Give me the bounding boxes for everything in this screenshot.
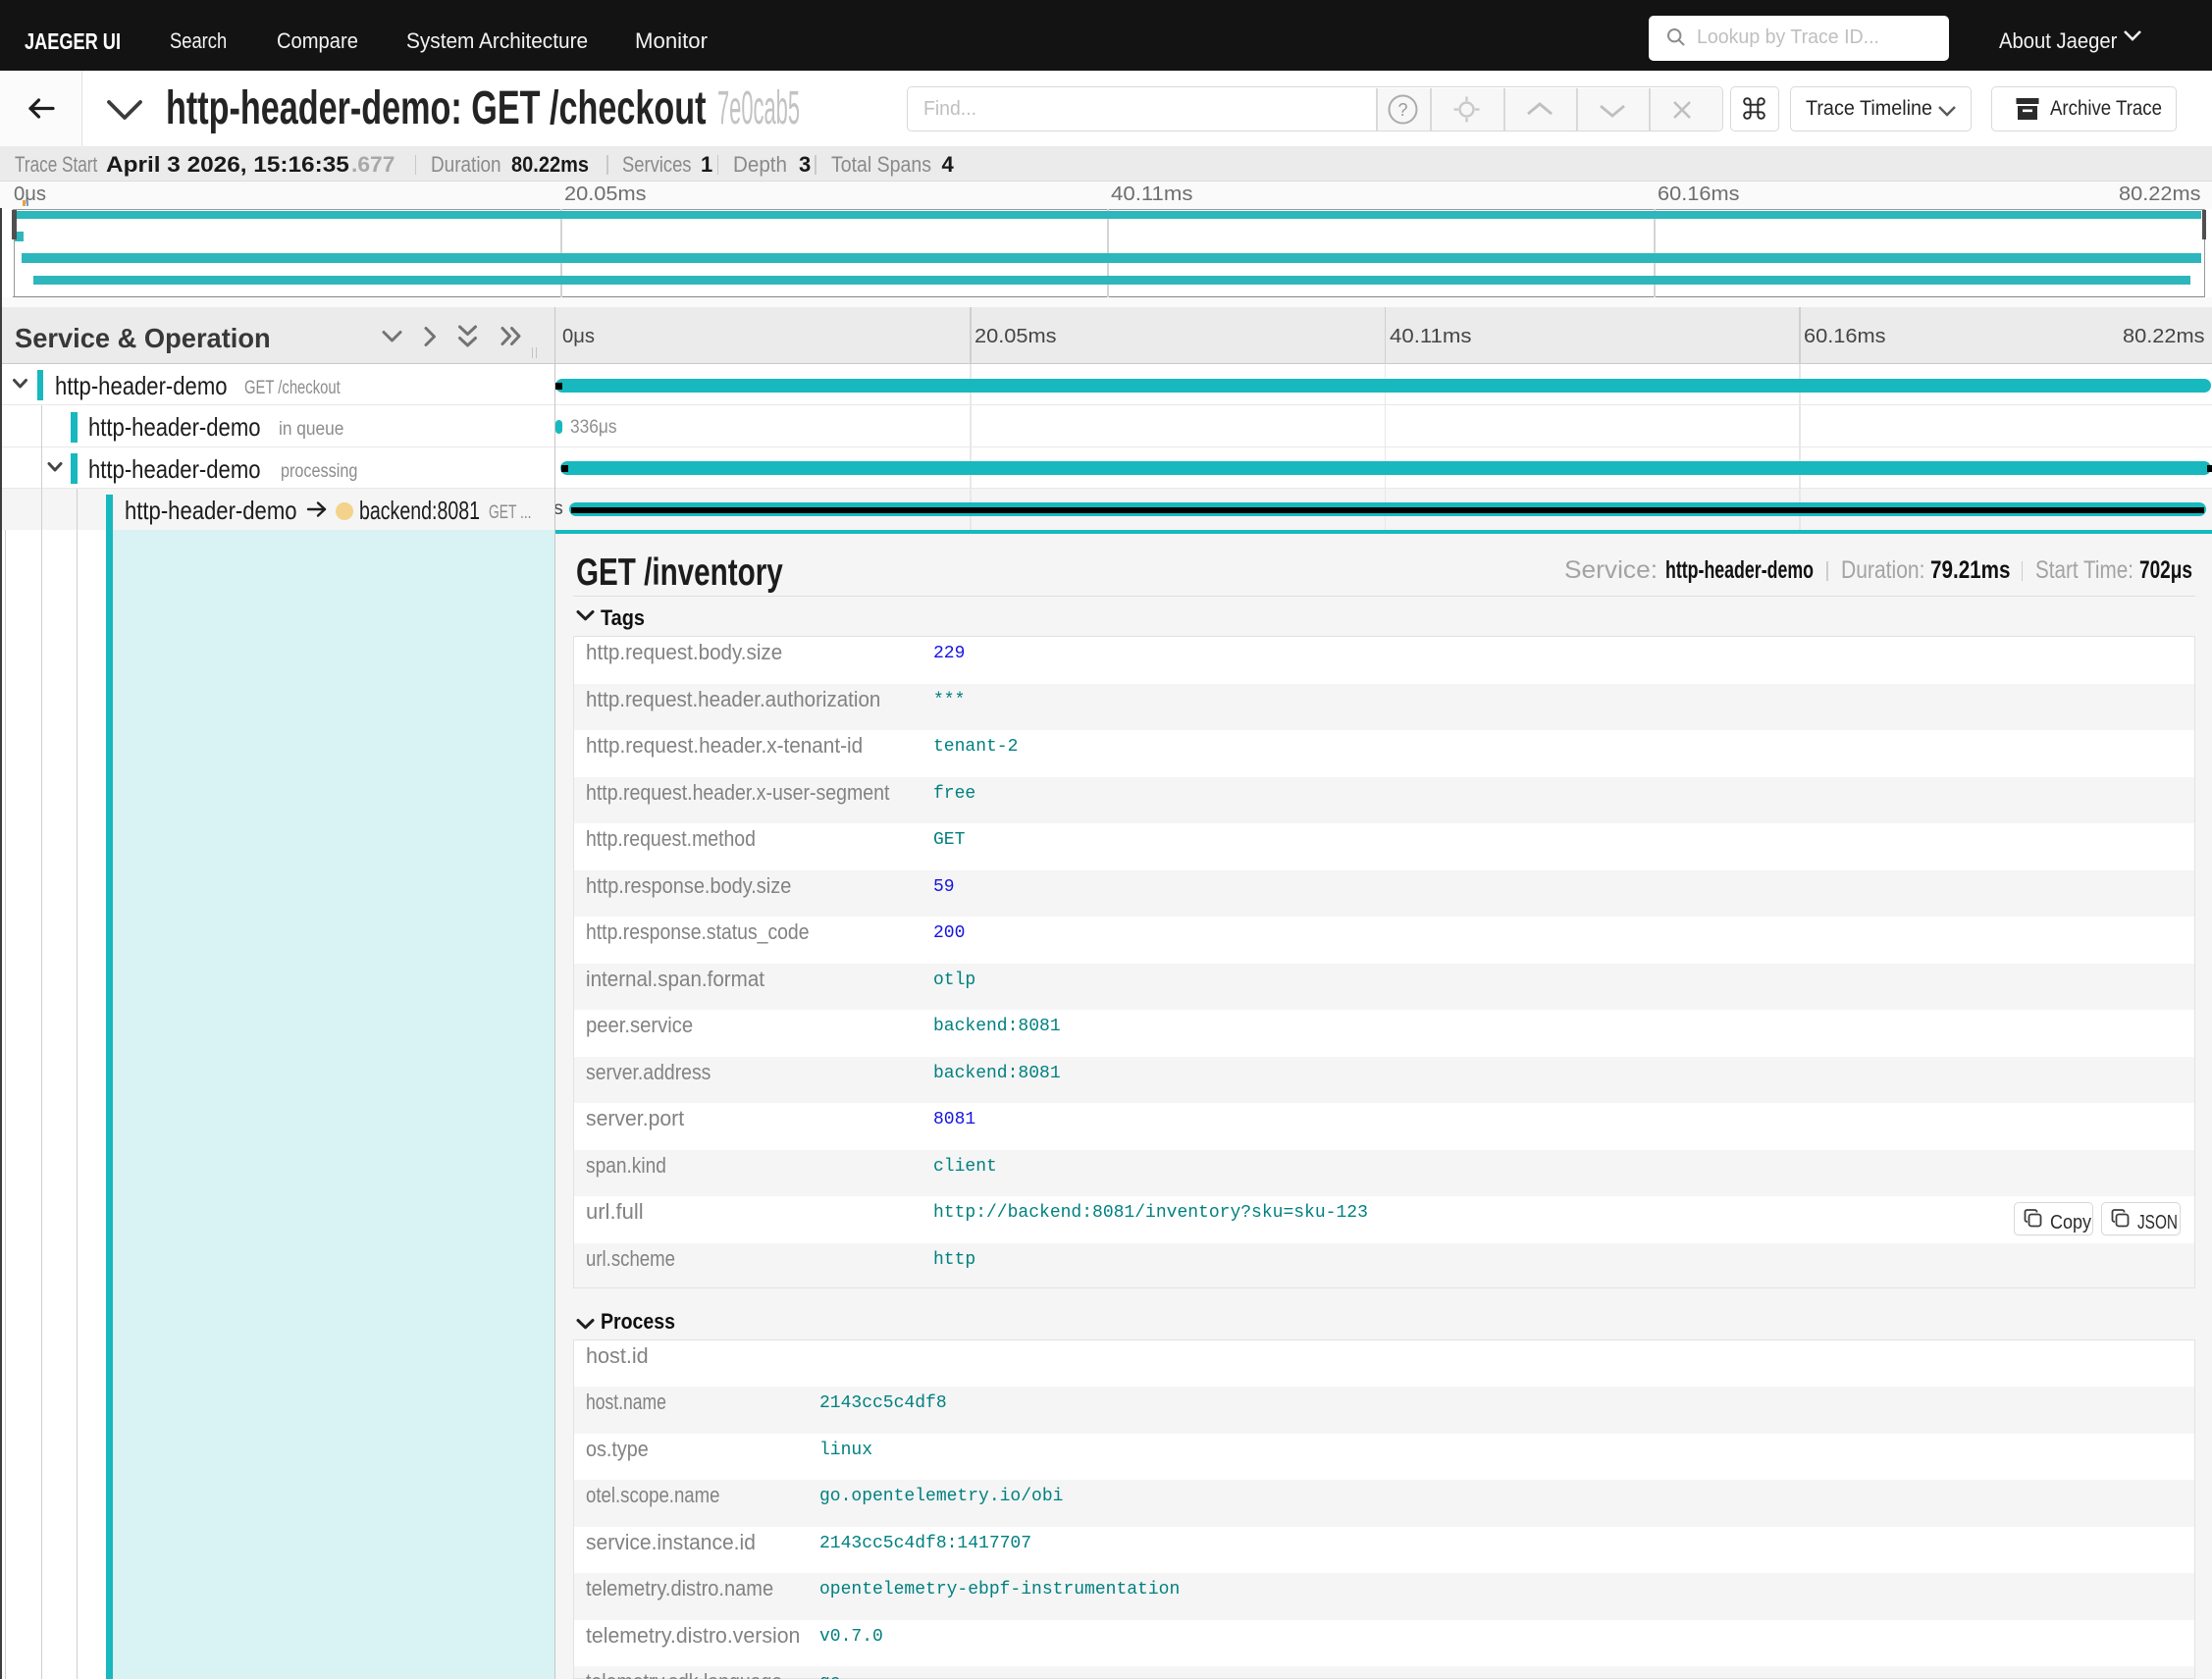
svg-text:?: ? bbox=[1397, 100, 1407, 120]
